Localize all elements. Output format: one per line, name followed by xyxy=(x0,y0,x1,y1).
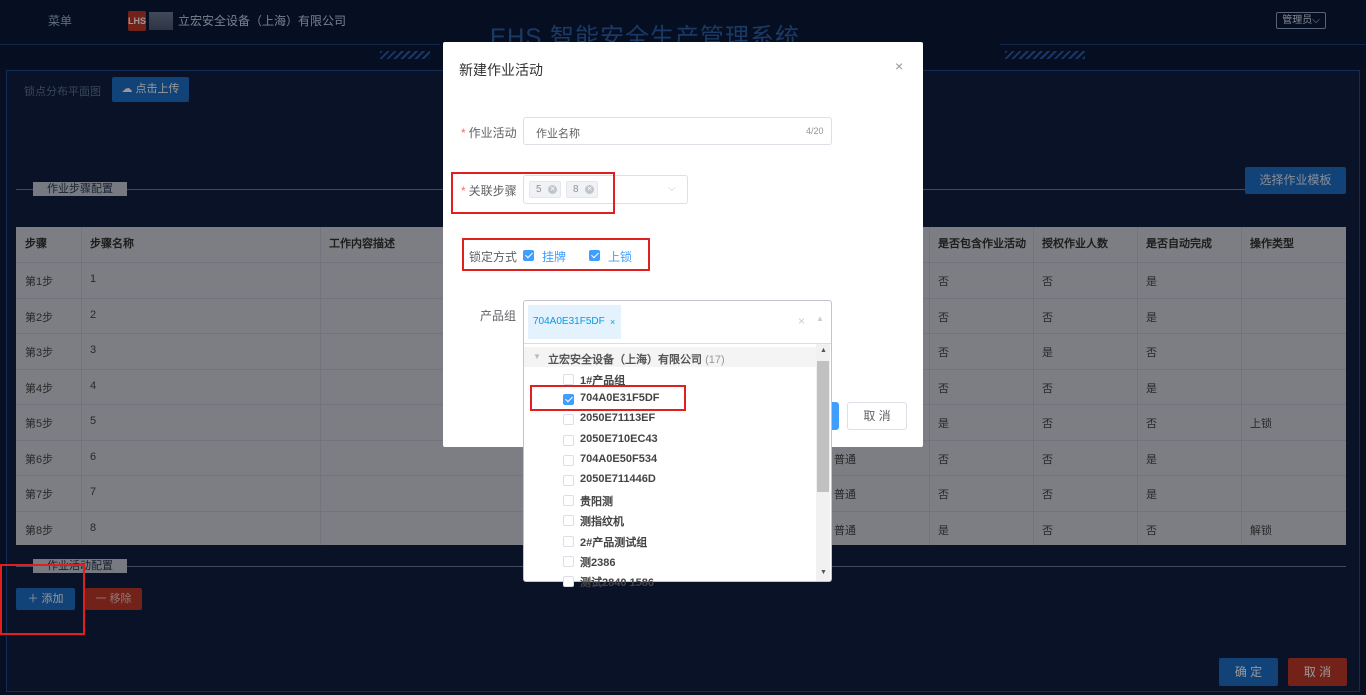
tag-remove-icon[interactable]: × xyxy=(610,305,615,339)
product-group-label: 产品组 xyxy=(480,309,517,323)
annotation-box xyxy=(462,238,650,271)
product-option-label[interactable]: 2050E711446D xyxy=(580,473,656,485)
product-option-label[interactable]: 2050E710EC43 xyxy=(580,433,658,445)
product-option-checkbox[interactable] xyxy=(563,475,574,486)
annotation-box xyxy=(530,385,686,411)
product-option-checkbox[interactable] xyxy=(563,374,574,385)
product-option-checkbox[interactable] xyxy=(563,454,574,466)
dialog-confirm-button[interactable] xyxy=(831,402,839,430)
close-icon[interactable]: × xyxy=(895,58,903,74)
product-option-label[interactable]: 测试2840 1586 xyxy=(580,574,654,590)
scroll-down-icon[interactable]: ▼ xyxy=(820,569,827,576)
scrollbar-thumb[interactable] xyxy=(817,361,829,492)
product-option-label[interactable]: 测2386 xyxy=(580,554,615,570)
product-option-label[interactable]: 测指纹机 xyxy=(580,513,624,529)
clear-icon[interactable]: × xyxy=(798,314,805,328)
activity-char-count: 4/20 xyxy=(806,126,824,136)
product-option-checkbox[interactable] xyxy=(563,414,574,426)
selected-product-tag: 704A0E31F5DF × xyxy=(528,305,621,339)
product-option-checkbox[interactable] xyxy=(563,576,574,587)
scroll-up-icon[interactable]: ▲ xyxy=(820,347,827,354)
chevron-down-icon[interactable]: ⌵ xyxy=(668,183,676,194)
tree-branch-label[interactable]: 立宏安全设备（上海）有限公司 (17) xyxy=(548,351,725,367)
caret-down-icon[interactable]: ▼ xyxy=(533,352,541,361)
dialog-cancel-button[interactable]: 取 消 xyxy=(847,402,907,430)
product-option-label[interactable]: 2#产品测试组 xyxy=(580,534,647,550)
product-option-checkbox[interactable] xyxy=(563,495,574,507)
activity-name-value: 作业名称 xyxy=(536,128,580,140)
product-option-checkbox[interactable] xyxy=(563,535,574,547)
annotation-box xyxy=(451,172,615,214)
product-option-checkbox[interactable] xyxy=(563,434,574,446)
treeselect-divider xyxy=(524,343,831,344)
chevron-up-icon[interactable]: ▲ xyxy=(816,314,824,323)
annotation-box xyxy=(0,564,85,635)
activity-field-label: * 作业活动 xyxy=(461,126,517,140)
product-option-label[interactable]: 2050E71113EF xyxy=(580,412,655,424)
product-option-checkbox[interactable] xyxy=(563,555,574,567)
product-option-label[interactable]: 704A0E50F534 xyxy=(580,453,657,465)
dialog-title: 新建作业活动 xyxy=(459,62,543,78)
product-option-label[interactable]: 贵阳测 xyxy=(580,493,613,509)
product-option-checkbox[interactable] xyxy=(563,515,574,527)
